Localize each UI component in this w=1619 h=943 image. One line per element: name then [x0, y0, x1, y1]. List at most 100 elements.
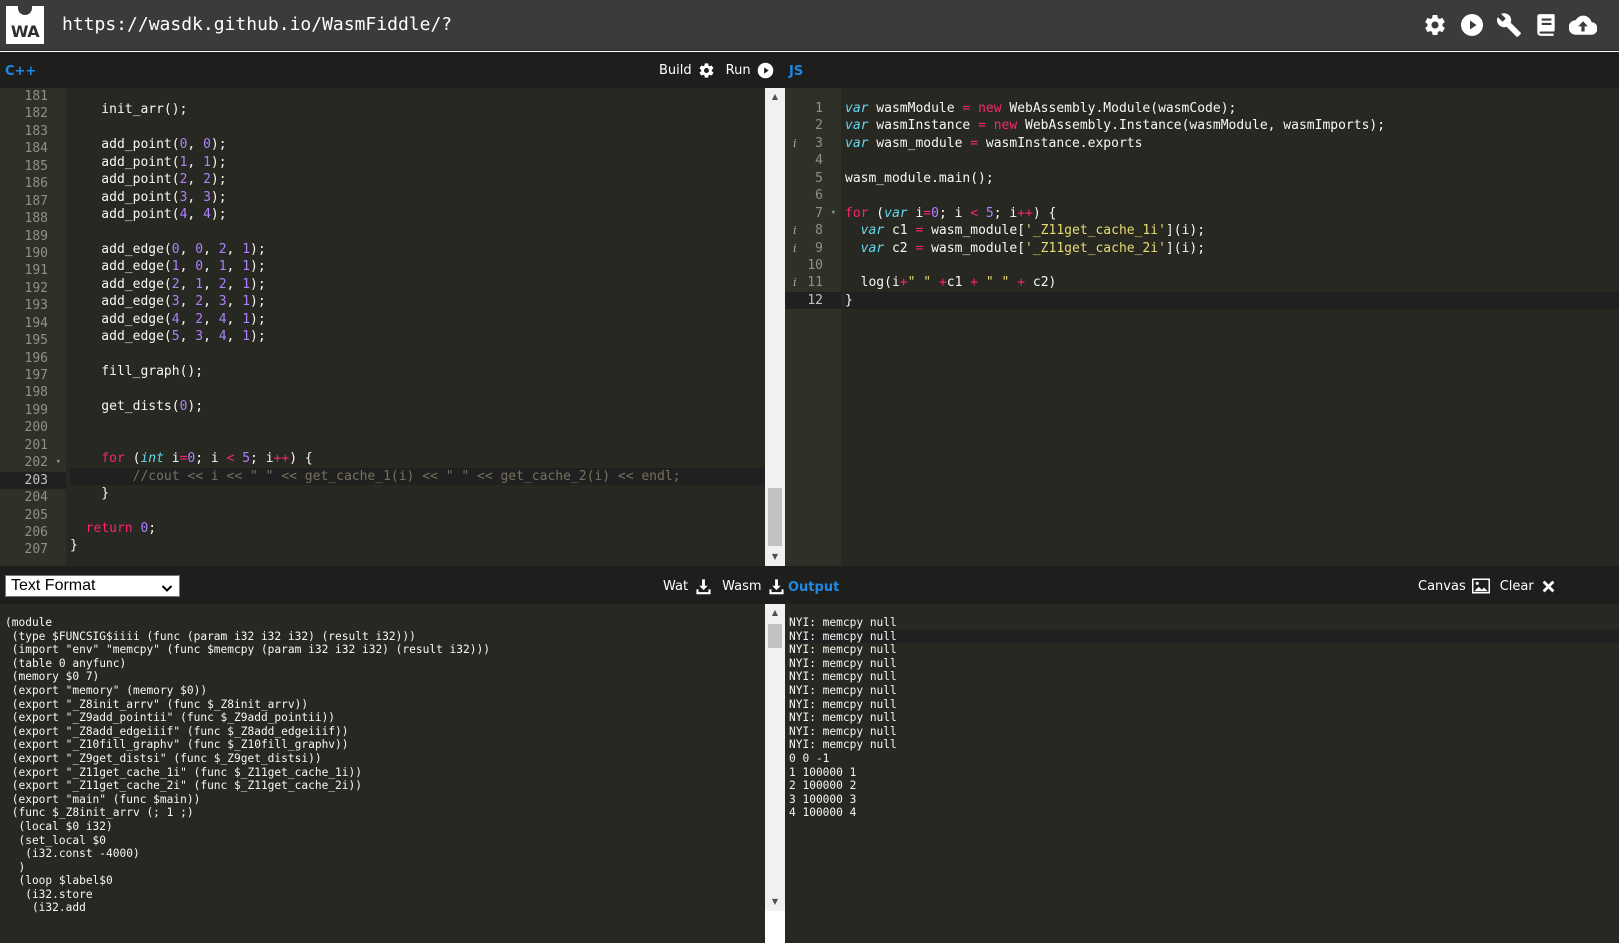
wrench-icon[interactable]: [1495, 10, 1523, 40]
code-line[interactable]: [70, 415, 765, 432]
build-button[interactable]: Build: [659, 63, 692, 78]
code-line[interactable]: get_dists(0);: [70, 398, 765, 415]
code-line[interactable]: add_edge(1, 0, 1, 1);: [70, 258, 765, 275]
code-line[interactable]: var c2 = wasm_module['_Z11get_cache_2i']…: [845, 240, 1619, 257]
info-icon[interactable]: i: [793, 274, 797, 291]
code-line[interactable]: var c1 = wasm_module['_Z11get_cache_1i']…: [845, 222, 1619, 239]
cpp-editor[interactable]: 181 182 183 184 185 186 187 188 189 190 191 192 193 1…: [0, 88, 765, 566]
code-line[interactable]: add_edge(4, 2, 4, 1);: [70, 311, 765, 328]
code-line[interactable]: [70, 224, 765, 241]
gear-icon[interactable]: [698, 61, 716, 79]
scroll-down-arrow[interactable]: ▼: [765, 550, 785, 564]
line-number: 10: [807, 257, 823, 273]
code-line[interactable]: for (var i=0; i < 5; i++) {: [845, 205, 1619, 222]
line-number: 4: [815, 153, 823, 169]
code-line[interactable]: return 0;: [70, 520, 765, 537]
line-number: 181: [24, 89, 48, 104]
code-line[interactable]: }: [70, 537, 765, 554]
code-line[interactable]: init_arr();: [70, 101, 765, 118]
canvas-button[interactable]: Canvas: [1418, 579, 1466, 594]
cpp-title: C++: [5, 64, 37, 79]
line-number: 9i: [793, 240, 823, 257]
cloud-upload-icon[interactable]: [1569, 10, 1597, 40]
wat-scrollbar[interactable]: ▲ ▼: [765, 604, 785, 911]
line-number: 195: [24, 333, 48, 349]
gear-icon[interactable]: [1421, 10, 1449, 40]
line-number: 1: [815, 101, 823, 116]
clear-button[interactable]: Clear: [1500, 579, 1534, 594]
code-line[interactable]: [70, 433, 765, 450]
scroll-thumb[interactable]: [768, 624, 782, 648]
wat-line: (export "_Z9add_pointii" (func $_Z9add_p…: [5, 711, 336, 725]
wat-line: (export "_Z8init_arrv" (func $_Z8init_ar…: [5, 697, 309, 711]
scroll-up-arrow[interactable]: ▲: [765, 606, 785, 620]
code-line[interactable]: [70, 346, 765, 363]
code-line[interactable]: [845, 152, 1619, 169]
code-line[interactable]: [70, 380, 765, 397]
code-line[interactable]: add_edge(5, 3, 4, 1);: [70, 328, 765, 345]
wat-download-button[interactable]: Wat: [663, 579, 688, 594]
output-line: NYI: memcpy null: [789, 738, 897, 752]
wat-code[interactable]: (module (type $FUNCSIG$iiii (func (param…: [5, 616, 490, 915]
code-line[interactable]: [70, 88, 765, 101]
code-line[interactable]: add_edge(2, 1, 2, 1);: [70, 276, 765, 293]
code-line[interactable]: log(i+" " +c1 + " " + c2): [845, 274, 1619, 291]
info-icon[interactable]: i: [793, 240, 797, 257]
code-line[interactable]: [845, 187, 1619, 204]
js-editor[interactable]: 123i45678i9i1011i12 var wasmModule = new…: [785, 88, 1619, 566]
line-number: 207: [24, 542, 48, 558]
play-icon[interactable]: [1458, 10, 1486, 40]
format-select[interactable]: Text Format: [5, 575, 180, 597]
code-line[interactable]: fill_graph();: [70, 363, 765, 380]
wat-line: (export "_Z8add_edgeiiif" (func $_Z8add_…: [5, 724, 349, 738]
output-panel-header: Output Canvas Clear: [785, 566, 1619, 604]
js-gutter: 123i45678i9i1011i12: [785, 88, 841, 566]
close-icon[interactable]: [1540, 577, 1558, 595]
image-icon[interactable]: [1471, 577, 1490, 595]
output-line: NYI: memcpy null: [789, 724, 897, 738]
wat-line: (loop $label$0: [5, 874, 113, 888]
scroll-thumb[interactable]: [768, 488, 782, 546]
wat-line: (module: [5, 616, 53, 629]
code-line[interactable]: add_edge(3, 2, 3, 1);: [70, 293, 765, 310]
code-line[interactable]: }: [70, 485, 765, 502]
book-icon[interactable]: [1532, 10, 1560, 40]
line-number: 189: [24, 228, 48, 244]
code-line[interactable]: add_point(1, 1);: [70, 154, 765, 171]
run-button[interactable]: Run: [726, 63, 751, 78]
code-line[interactable]: var wasmInstance = new WebAssembly.Insta…: [845, 117, 1619, 134]
code-line[interactable]: }: [845, 291, 1619, 310]
code-line[interactable]: for (int i=0; i < 5; i++) {: [70, 450, 765, 467]
wat-viewer[interactable]: (module (type $FUNCSIG$iiii (func (param…: [0, 604, 765, 943]
code-line[interactable]: [70, 503, 765, 520]
output-line: NYI: memcpy null: [789, 643, 897, 657]
play-icon[interactable]: [757, 61, 775, 79]
code-line[interactable]: var wasmModule = new WebAssembly.Module(…: [845, 100, 1619, 117]
code-line[interactable]: add_point(2, 2);: [70, 171, 765, 188]
info-icon[interactable]: i: [793, 135, 797, 152]
cpp-scrollbar[interactable]: ▲ ▼: [765, 88, 785, 566]
code-line[interactable]: wasm_module.main();: [845, 170, 1619, 187]
url-display[interactable]: https://wasdk.github.io/WasmFiddle/?: [62, 14, 452, 35]
code-line[interactable]: add_point(0, 0);: [70, 136, 765, 153]
code-line[interactable]: //cout << i << " " << get_cache_1(i) << …: [70, 467, 765, 486]
output-line: NYI: memcpy null: [789, 670, 897, 684]
scroll-down-arrow[interactable]: ▼: [765, 895, 785, 909]
output-line: NYI: memcpy null: [789, 616, 897, 629]
code-line[interactable]: [845, 257, 1619, 274]
scroll-up-arrow[interactable]: ▲: [765, 90, 785, 104]
info-icon[interactable]: i: [793, 222, 797, 239]
code-line[interactable]: add_point(3, 3);: [70, 189, 765, 206]
line-number: 182: [24, 106, 48, 122]
line-number: 186: [24, 176, 48, 192]
wasm-download-button[interactable]: Wasm: [722, 579, 761, 594]
code-line[interactable]: add_point(4, 4);: [70, 206, 765, 223]
download-icon[interactable]: [768, 577, 786, 595]
js-code[interactable]: var wasmModule = new WebAssembly.Module(…: [841, 100, 1619, 566]
download-icon[interactable]: [694, 577, 712, 595]
code-line[interactable]: [70, 119, 765, 136]
cpp-code[interactable]: init_arr(); add_point(0, 0); add_point(1…: [66, 88, 765, 566]
line-number: 185: [24, 158, 48, 174]
code-line[interactable]: var wasm_module = wasmInstance.exports: [845, 135, 1619, 152]
code-line[interactable]: add_edge(0, 0, 2, 1);: [70, 241, 765, 258]
